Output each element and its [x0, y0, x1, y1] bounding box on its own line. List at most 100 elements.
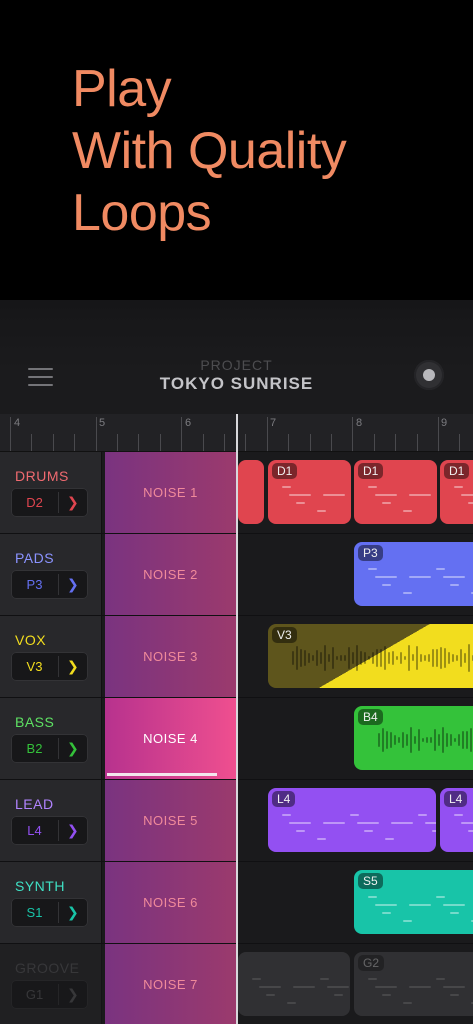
midi-note — [323, 822, 345, 824]
waveform-bar — [364, 651, 366, 665]
clip-tag: L4 — [444, 791, 468, 807]
midi-note — [327, 986, 349, 988]
loop-selector-button[interactable]: D2 ❯ — [11, 488, 88, 517]
noise-pad-6[interactable]: NOISE 6 — [105, 862, 237, 943]
track-header: VOX V3 ❯ — [0, 616, 102, 697]
waveform-bar — [410, 726, 412, 754]
noise-pad-2[interactable]: NOISE 2 — [105, 534, 237, 615]
track-name: LEAD — [15, 796, 54, 812]
clip[interactable]: V3 — [268, 624, 473, 688]
waveform-bar — [344, 655, 346, 661]
waveform-bar — [404, 655, 406, 661]
ruler-mark-8: 8 — [356, 417, 363, 429]
waveform-bar — [394, 735, 396, 745]
waveform-bar — [456, 654, 458, 662]
waveform-bar — [390, 732, 392, 748]
waveform-bar — [388, 652, 390, 664]
waveform-bar — [416, 646, 418, 670]
waveform-bar — [438, 734, 440, 746]
noise-pad-7[interactable]: NOISE 7 — [105, 944, 237, 1024]
track-header: BASS B2 ❯ — [0, 698, 102, 779]
noise-pad-4-active[interactable]: NOISE 4 — [105, 698, 237, 779]
waveform-bar — [442, 727, 444, 753]
midi-note — [266, 994, 275, 996]
noise-pad-label: NOISE 4 — [143, 731, 198, 746]
ruler-tick — [309, 434, 311, 451]
midi-note — [289, 822, 311, 824]
clip[interactable]: P3 — [354, 542, 473, 606]
loop-selector-button[interactable]: B2 ❯ — [11, 734, 88, 763]
loop-selector-button[interactable]: G1 ❯ — [11, 980, 88, 1009]
clip[interactable]: L4 — [440, 788, 473, 852]
clip[interactable]: G2 — [354, 952, 473, 1016]
playhead[interactable] — [236, 414, 238, 1024]
loop-selector-button[interactable]: P3 ❯ — [11, 570, 88, 599]
chevron-right-icon: ❯ — [67, 822, 79, 838]
waveform-bar — [292, 650, 294, 666]
waveform-bar — [412, 654, 414, 662]
midi-note — [259, 986, 281, 988]
waveform-bar — [398, 737, 400, 743]
ruler-tick — [159, 434, 161, 451]
waveform-bar — [464, 653, 466, 663]
ruler-tick — [438, 417, 439, 451]
record-icon[interactable] — [414, 360, 444, 390]
midi-note — [436, 896, 445, 898]
ruler-tick — [138, 434, 140, 451]
ruler-tick — [373, 434, 375, 451]
clip-tag: B4 — [358, 709, 383, 725]
clip[interactable]: D1 — [440, 460, 473, 524]
loop-selector-button[interactable]: S1 ❯ — [11, 898, 88, 927]
noise-pad-5[interactable]: NOISE 5 — [105, 780, 237, 861]
loop-code: P3 — [26, 577, 43, 592]
track-name: VOX — [15, 632, 47, 648]
clip[interactable] — [238, 460, 264, 524]
midi-note — [461, 822, 473, 824]
midi-note — [317, 510, 326, 512]
ruler-tick — [331, 434, 332, 451]
midi-note — [403, 510, 412, 512]
chevron-right-icon: ❯ — [67, 740, 79, 756]
waveform-bar — [466, 731, 468, 749]
midi-note — [296, 830, 305, 832]
noise-pad-label: NOISE 6 — [143, 895, 198, 910]
waveform-bar — [372, 652, 374, 664]
noise-pad-1[interactable]: NOISE 1 — [105, 452, 237, 533]
waveform-bar — [304, 650, 306, 666]
clip[interactable]: S5 — [354, 870, 473, 934]
loop-selector-button[interactable]: L4 ❯ — [11, 816, 88, 845]
clip[interactable] — [238, 952, 350, 1016]
clip-tag: D1 — [444, 463, 470, 479]
clip[interactable]: L4 — [268, 788, 436, 852]
track-header: DRUMS D2 ❯ — [0, 452, 102, 533]
loop-code: G1 — [25, 987, 44, 1002]
midi-note — [375, 576, 397, 578]
track-header: GROOVE G1 ❯ — [0, 944, 102, 1024]
midi-note — [468, 830, 473, 832]
ruler-tick — [288, 434, 290, 451]
noise-pad-label: NOISE 7 — [143, 977, 198, 992]
track-name: DRUMS — [15, 468, 69, 484]
clip-tag: G2 — [358, 955, 385, 971]
midi-note — [357, 822, 379, 824]
midi-note — [409, 576, 431, 578]
clip[interactable]: D1 — [354, 460, 437, 524]
waveform-bar — [380, 649, 382, 667]
clip[interactable]: B4 — [354, 706, 473, 770]
midi-note — [317, 838, 326, 840]
clip-tag: D1 — [272, 463, 298, 479]
waveform-bar — [382, 728, 384, 752]
loop-selector-button[interactable]: V3 ❯ — [11, 652, 88, 681]
noise-pad-3[interactable]: NOISE 3 — [105, 616, 237, 697]
project-name[interactable]: TOKYO SUNRISE — [0, 374, 473, 394]
waveform-bar — [340, 655, 342, 661]
chevron-right-icon: ❯ — [67, 494, 79, 510]
midi-note — [293, 986, 315, 988]
clip[interactable]: D1 — [268, 460, 351, 524]
midi-note — [252, 978, 261, 980]
waveform-bar — [424, 654, 426, 662]
waveform-bar — [440, 647, 442, 669]
waveform-bar — [356, 645, 358, 671]
ruler-tick — [459, 434, 461, 451]
track-name: PADS — [15, 550, 55, 566]
